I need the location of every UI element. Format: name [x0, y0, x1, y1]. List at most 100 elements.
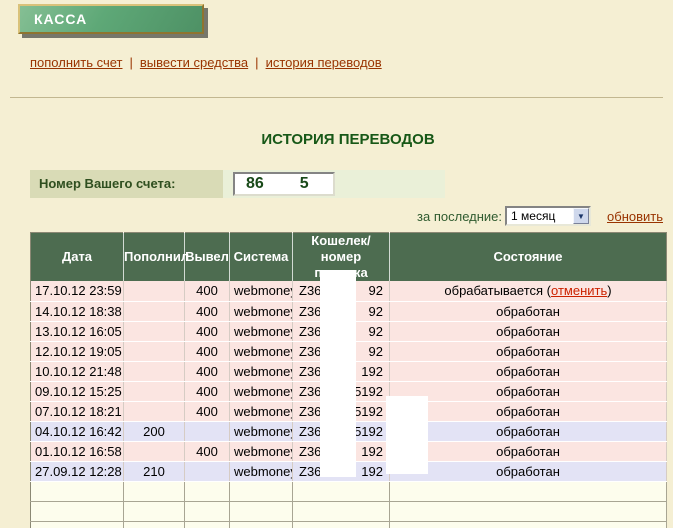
col-header-withdraw: Вывел: [185, 233, 230, 282]
wallet-prefix: Z36: [299, 324, 321, 339]
cell-deposit: [124, 301, 185, 321]
account-number-prefix: 86: [246, 175, 264, 193]
status-text: обработан: [496, 384, 560, 399]
cell-withdraw: [185, 461, 230, 481]
censor-blob: [386, 396, 428, 474]
cell-status: обработан: [390, 461, 667, 481]
cell-withdraw: 400: [185, 341, 230, 361]
status-text: обработан: [496, 324, 560, 339]
cell-withdraw: 400: [185, 281, 230, 301]
wallet-suffix: 5192: [354, 384, 383, 399]
censor-blob: [320, 270, 356, 477]
cell-deposit: 210: [124, 461, 185, 481]
chevron-down-icon[interactable]: ▼: [573, 208, 589, 224]
cell-status: обработан: [390, 341, 667, 361]
cell-date: 13.10.12 16:05: [31, 321, 124, 341]
nav-link-withdraw[interactable]: вывести средства: [140, 55, 248, 70]
cell-date: 12.10.12 19:05: [31, 341, 124, 361]
wallet-suffix: 192: [361, 464, 383, 479]
status-text: обработан: [496, 424, 560, 439]
period-filter: за последние: 1 месяц ▼ обновить: [417, 205, 663, 227]
empty-cell: [185, 521, 230, 528]
cell-withdraw: [185, 421, 230, 441]
cell-withdraw: 400: [185, 361, 230, 381]
cell-system: webmoney: [230, 301, 293, 321]
cell-deposit: 200: [124, 421, 185, 441]
col-header-wallet-line1: Кошелек/: [311, 233, 370, 248]
cell-status: обрабатывается (отменить): [390, 281, 667, 301]
empty-cell: [390, 481, 667, 501]
cell-system: webmoney: [230, 461, 293, 481]
period-select[interactable]: 1 месяц ▼: [505, 206, 591, 226]
banner-title: КАССА: [20, 6, 202, 32]
wallet-suffix: 92: [369, 304, 383, 319]
cancel-transfer-link[interactable]: отменить: [551, 283, 607, 298]
cell-deposit: [124, 361, 185, 381]
nav-separator: |: [130, 55, 133, 70]
empty-cell: [124, 481, 185, 501]
empty-cell: [31, 481, 124, 501]
cell-deposit: [124, 381, 185, 401]
nav-link-topup[interactable]: пополнить счет: [30, 55, 123, 70]
empty-cell: [230, 481, 293, 501]
wallet-suffix: 5192: [354, 424, 383, 439]
wallet-suffix: 92: [369, 324, 383, 339]
cell-date: 01.10.12 16:58: [31, 441, 124, 461]
wallet-suffix: 5192: [354, 404, 383, 419]
account-number-input[interactable]: 86 5: [233, 172, 335, 196]
cell-status: обработан: [390, 421, 667, 441]
cell-status: обработан: [390, 361, 667, 381]
cell-system: webmoney: [230, 381, 293, 401]
cell-date: 07.10.12 18:21: [31, 401, 124, 421]
status-text: обработан: [496, 404, 560, 419]
cell-date: 09.10.12 15:25: [31, 381, 124, 401]
wallet-suffix: 192: [361, 444, 383, 459]
empty-cell: [124, 501, 185, 521]
status-text: обработан: [496, 304, 560, 319]
empty-cell: [293, 501, 390, 521]
empty-table-row: [31, 521, 667, 528]
cell-deposit: [124, 401, 185, 421]
col-header-deposit: Пополнил: [124, 233, 185, 282]
wallet-prefix: Z36: [299, 464, 321, 479]
cell-withdraw: 400: [185, 441, 230, 461]
cell-status: обработан: [390, 441, 667, 461]
cell-system: webmoney: [230, 321, 293, 341]
empty-cell: [185, 481, 230, 501]
refresh-link[interactable]: обновить: [607, 209, 663, 224]
status-text: обработан: [496, 364, 560, 379]
wallet-prefix: Z36: [299, 283, 321, 298]
cell-deposit: [124, 441, 185, 461]
status-text: обработан: [496, 464, 560, 479]
empty-cell: [185, 501, 230, 521]
empty-cell: [124, 521, 185, 528]
col-header-status: Состояние: [390, 233, 667, 282]
cell-deposit: [124, 321, 185, 341]
cell-deposit: [124, 281, 185, 301]
nav-separator: |: [255, 55, 258, 70]
cell-status: обработан: [390, 301, 667, 321]
cell-withdraw: 400: [185, 401, 230, 421]
horizontal-divider: [10, 97, 663, 98]
censor-mark: [264, 175, 300, 193]
cashier-page: КАССА пополнить счет | вывести средства | ис…: [0, 0, 673, 528]
cell-deposit: [124, 341, 185, 361]
cell-status: обработан: [390, 321, 667, 341]
cell-withdraw: 400: [185, 321, 230, 341]
empty-table-row: [31, 501, 667, 521]
empty-cell: [390, 501, 667, 521]
status-text: обработан: [496, 344, 560, 359]
cell-system: webmoney: [230, 401, 293, 421]
col-header-date: Дата: [31, 233, 124, 282]
cell-date: 14.10.12 18:38: [31, 301, 124, 321]
account-number-suffix: 5: [300, 175, 309, 193]
empty-cell: [230, 521, 293, 528]
cell-date: 04.10.12 16:42: [31, 421, 124, 441]
cell-date: 27.09.12 12:28: [31, 461, 124, 481]
cell-status: обработан: [390, 401, 667, 421]
nav-link-history[interactable]: история переводов: [266, 55, 382, 70]
empty-table-row: [31, 481, 667, 501]
status-text: обработан: [496, 444, 560, 459]
empty-cell: [230, 501, 293, 521]
empty-cell: [31, 501, 124, 521]
